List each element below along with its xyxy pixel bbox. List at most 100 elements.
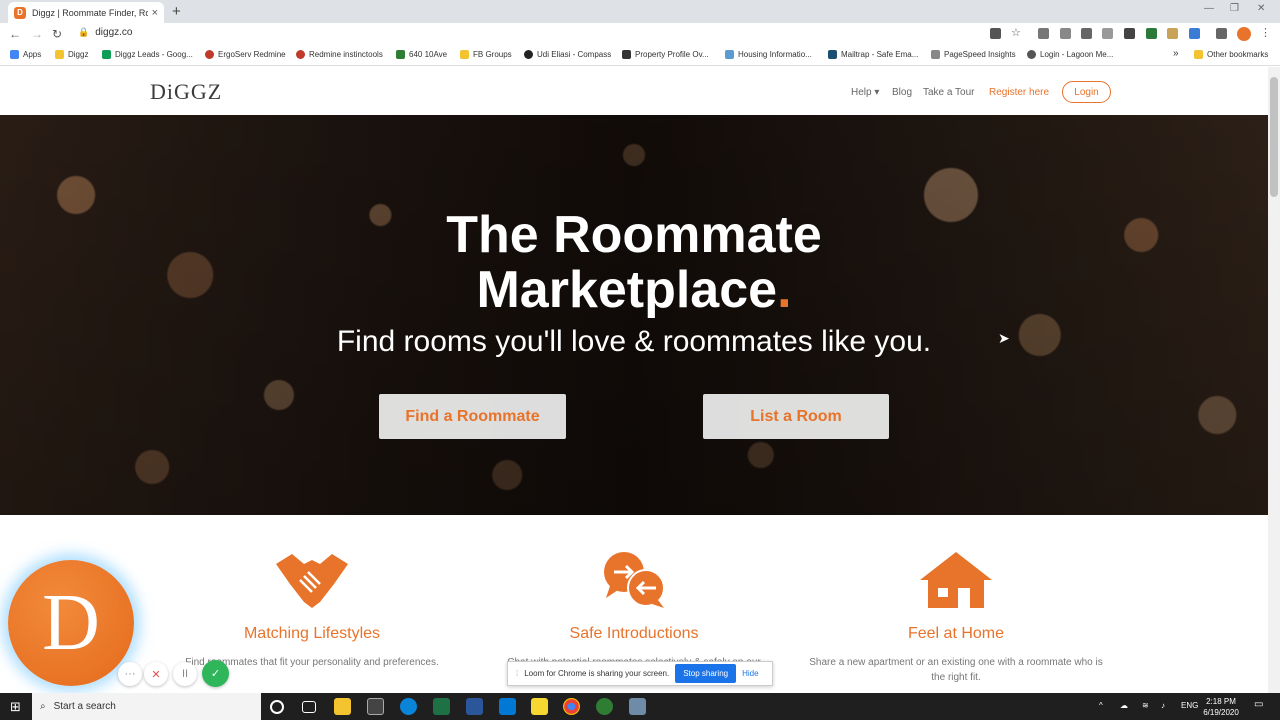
url-text: diggz.co	[95, 27, 133, 38]
stop-sharing-button[interactable]: Stop sharing	[675, 664, 737, 683]
bookmark-item[interactable]: Property Profile Ov...	[622, 50, 709, 59]
bookmark-item[interactable]: Mailtrap - Safe Ema...	[828, 50, 918, 59]
other-bookmarks[interactable]: Other bookmarks	[1194, 50, 1268, 59]
feature-title: Safe Introductions	[569, 625, 699, 642]
loom-cancel-button[interactable]: ✕	[144, 662, 168, 686]
bookmarks-overflow-button[interactable]: »	[1173, 48, 1179, 59]
extension-icon[interactable]	[1167, 28, 1178, 39]
file-explorer-icon[interactable]	[334, 698, 351, 715]
download-icon[interactable]	[1189, 28, 1200, 39]
folder-icon	[460, 50, 469, 59]
loom-more-button[interactable]: ···	[118, 662, 142, 686]
new-tab-button[interactable]: +	[172, 3, 181, 20]
clock-time: 2:18 PM	[1206, 697, 1236, 706]
help-menu[interactable]: Help ▾	[851, 87, 879, 98]
app-icon[interactable]	[629, 698, 646, 715]
diggz-logo[interactable]: DiGGZ	[150, 79, 222, 105]
volume-icon[interactable]: ♪	[1161, 701, 1165, 710]
onedrive-icon[interactable]: ☁	[1120, 701, 1128, 710]
extension-icon[interactable]	[1124, 28, 1135, 39]
close-tab-icon[interactable]: ×	[152, 7, 158, 19]
extension-icon[interactable]	[1038, 28, 1049, 39]
loom-finish-button[interactable]: ✓	[202, 660, 229, 687]
drag-handle-icon[interactable]: ⁞	[516, 669, 518, 678]
feature-safe-introductions: Safe Introductions Chat with potential r…	[484, 550, 784, 670]
feature-title: Feel at Home	[907, 625, 1005, 642]
outlook-icon[interactable]	[499, 698, 516, 715]
bookmark-item[interactable]: FB Groups	[460, 50, 512, 59]
loom-pause-button[interactable]: II	[173, 662, 197, 686]
reload-button[interactable]: ↻	[52, 27, 62, 41]
task-view-icon[interactable]	[302, 701, 316, 713]
sharing-text: Loom for Chrome is sharing your screen.	[524, 669, 670, 678]
chrome-icon[interactable]	[563, 698, 580, 715]
register-link[interactable]: Register here	[989, 87, 1049, 98]
extension-icon[interactable]	[1081, 28, 1092, 39]
cortana-icon[interactable]	[270, 700, 284, 714]
media-icon[interactable]	[1216, 28, 1227, 39]
wifi-icon[interactable]: ≋	[1142, 701, 1149, 710]
tab-title: Diggz | Roommate Finder, Room	[31, 7, 148, 18]
minimize-button[interactable]: —	[1204, 3, 1214, 14]
list-room-button[interactable]: List a Room	[703, 394, 889, 439]
extension-icon[interactable]	[1146, 28, 1157, 39]
login-button[interactable]: Login	[1062, 81, 1111, 103]
redmine-icon	[205, 50, 214, 59]
code-icon	[931, 50, 940, 59]
browser-tab[interactable]: D Diggz | Roommate Finder, Room ×	[8, 2, 164, 23]
restore-button[interactable]: ❐	[1230, 3, 1239, 14]
url-field[interactable]: 🔒 diggz.co	[78, 27, 132, 38]
notifications-icon[interactable]: ▭	[1254, 699, 1263, 710]
excel-icon[interactable]	[433, 698, 450, 715]
taskbar-search[interactable]: ⌕ Start a search	[32, 693, 261, 720]
feature-matching-lifestyles: Matching Lifestyles Find roommates that …	[162, 550, 462, 670]
system-clock[interactable]: 2:18 PM 6/19/2020	[1196, 696, 1246, 718]
sheet-icon	[396, 50, 405, 59]
profile-avatar-icon[interactable]	[1237, 27, 1251, 41]
globe-icon	[1027, 50, 1036, 59]
hero-title-line2: Marketplace.	[476, 261, 792, 319]
diggz-favicon-icon: D	[14, 6, 26, 19]
extension-icon[interactable]	[1102, 28, 1113, 39]
page-scrollbar[interactable]	[1268, 67, 1280, 693]
word-icon[interactable]	[466, 698, 483, 715]
bookmark-item[interactable]: Diggz	[55, 50, 88, 59]
bookmark-item[interactable]: Diggz Leads - Goog...	[102, 50, 193, 59]
bookmark-item[interactable]: Redmine instinctools	[296, 50, 383, 59]
bookmark-item[interactable]: Udi Eliasi - Compass	[524, 50, 611, 59]
extension-icon[interactable]	[1060, 28, 1071, 39]
find-roommate-button[interactable]: Find a Roommate	[379, 394, 566, 439]
folder-icon	[1194, 50, 1203, 59]
hide-sharing-bar-button[interactable]: Hide	[742, 669, 758, 678]
blog-link[interactable]: Blog	[892, 87, 912, 98]
menu-icon[interactable]: ⋮	[1260, 26, 1271, 39]
back-button[interactable]: ←	[9, 27, 21, 41]
address-bar-row: ← → ↻ 🔒 diggz.co ☆ ⋮	[0, 23, 1280, 46]
loom-camera-bubble[interactable]: D	[8, 560, 134, 686]
app-icon[interactable]	[596, 698, 613, 715]
title-accent-dot: .	[777, 261, 792, 319]
forward-button[interactable]: →	[31, 27, 43, 41]
calculator-icon[interactable]	[367, 698, 384, 715]
star-bookmark-icon[interactable]: ☆	[1011, 26, 1022, 39]
bookmark-item[interactable]: PageSpeed Insights	[931, 50, 1016, 59]
compass-icon	[524, 50, 533, 59]
bookmark-apps[interactable]: Apps	[10, 50, 41, 59]
edge-icon[interactable]	[400, 698, 417, 715]
bookmark-item[interactable]: Housing Informatio...	[725, 50, 812, 59]
hero-subtitle: Find rooms you'll love & roommates like …	[336, 325, 932, 358]
bookmark-item[interactable]: ErgoServ Redmine	[205, 50, 286, 59]
hero-section: The Roommate Marketplace. Find rooms you…	[0, 115, 1268, 515]
housing-icon	[725, 50, 734, 59]
sticky-notes-icon[interactable]	[531, 698, 548, 715]
bookmark-item[interactable]: Login - Lagoon Me...	[1027, 50, 1113, 59]
bookmark-item[interactable]: 640 10Ave	[396, 50, 447, 59]
camera-icon[interactable]	[990, 28, 1001, 39]
windows-start-icon[interactable]: ⊞	[10, 699, 21, 715]
redmine-icon	[296, 50, 305, 59]
take-a-tour-link[interactable]: Take a Tour	[923, 87, 975, 98]
tray-expand-icon[interactable]: ^	[1099, 701, 1103, 710]
close-window-button[interactable]: ✕	[1257, 3, 1265, 14]
hero-title-line1: The Roommate	[446, 206, 822, 264]
scrollbar-thumb[interactable]	[1270, 77, 1278, 197]
